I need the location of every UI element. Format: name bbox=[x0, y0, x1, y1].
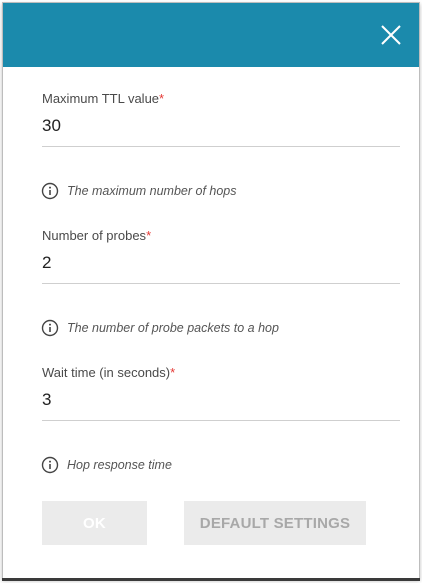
dialog-header bbox=[3, 3, 419, 67]
probes-field: Number of probes* bbox=[42, 228, 400, 284]
wait-time-hint: Hop response time bbox=[41, 455, 172, 475]
required-mark: * bbox=[170, 365, 176, 380]
close-button[interactable] bbox=[373, 17, 409, 53]
wait-time-label-text: Wait time (in seconds) bbox=[42, 365, 171, 380]
max-ttl-hint: The maximum number of hops bbox=[41, 181, 237, 201]
info-icon bbox=[41, 456, 59, 474]
probes-label-text: Number of probes bbox=[42, 228, 147, 243]
wait-time-field: Wait time (in seconds)* bbox=[42, 365, 400, 421]
max-ttl-field: Maximum TTL value* bbox=[42, 91, 400, 147]
close-icon bbox=[381, 25, 401, 45]
info-icon bbox=[41, 182, 59, 200]
max-ttl-label: Maximum TTL value* bbox=[42, 91, 400, 107]
default-settings-button[interactable]: DEFAULT SETTINGS bbox=[184, 501, 366, 545]
info-icon bbox=[41, 319, 59, 337]
max-ttl-label-text: Maximum TTL value bbox=[42, 91, 160, 106]
wait-time-label: Wait time (in seconds)* bbox=[42, 365, 400, 381]
required-mark: * bbox=[159, 91, 165, 106]
page: Maximum TTL value* The maximum number of… bbox=[0, 0, 422, 583]
probes-label: Number of probes* bbox=[42, 228, 400, 244]
required-mark: * bbox=[146, 228, 152, 243]
max-ttl-input[interactable] bbox=[42, 116, 400, 147]
probes-hint: The number of probe packets to a hop bbox=[41, 318, 279, 338]
wait-time-input[interactable] bbox=[42, 390, 400, 421]
probes-hint-text: The number of probe packets to a hop bbox=[67, 321, 279, 335]
max-ttl-hint-text: The maximum number of hops bbox=[67, 184, 237, 198]
probes-input[interactable] bbox=[42, 253, 400, 284]
ok-button[interactable]: OK bbox=[42, 501, 147, 545]
traceroute-settings-dialog: Maximum TTL value* The maximum number of… bbox=[2, 2, 420, 579]
dialog-bottom-border bbox=[2, 578, 420, 581]
wait-time-hint-text: Hop response time bbox=[67, 458, 172, 472]
